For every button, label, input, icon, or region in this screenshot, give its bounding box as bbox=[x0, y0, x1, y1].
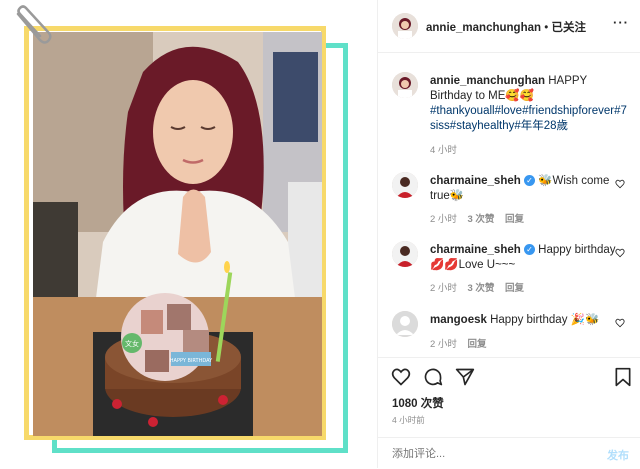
commenter-username[interactable]: charmaine_sheh bbox=[430, 244, 521, 256]
comment-input[interactable] bbox=[390, 444, 584, 464]
reply-button[interactable]: 回复 bbox=[505, 214, 524, 225]
commenter-username[interactable]: charmaine_sheh bbox=[430, 175, 521, 187]
cake-label: 文女 bbox=[125, 339, 139, 348]
reply-button[interactable]: 回复 bbox=[468, 339, 487, 350]
verified-badge-icon: ✓ bbox=[523, 175, 535, 187]
caption-text: annie_manchunghan HAPPY Birthday to ME🥰🥰… bbox=[430, 74, 630, 134]
caption-avatar[interactable] bbox=[392, 72, 418, 98]
post-time[interactable]: 4 小时前 bbox=[392, 414, 425, 426]
share-plane-icon[interactable] bbox=[455, 367, 475, 387]
comment-time[interactable]: 2 小时 bbox=[430, 283, 457, 294]
comment-likes[interactable]: 3 次赞 bbox=[468, 214, 495, 225]
comment-like-icon[interactable] bbox=[615, 179, 625, 189]
more-options-icon[interactable]: ··· bbox=[613, 15, 629, 30]
post-photo-pane: 文女 HAPPY BIRTHDAY bbox=[0, 0, 377, 468]
comment-text: Happy birthday 🎉🐝 bbox=[490, 314, 600, 326]
comment-time[interactable]: 2 小时 bbox=[430, 214, 457, 225]
commenter-avatar[interactable] bbox=[392, 241, 418, 267]
post-actions: 1080 次赞 4 小时前 bbox=[378, 357, 640, 438]
post-sidebar: annie_manchunghan • 已关注 ··· annie_manchu… bbox=[377, 0, 640, 468]
caption-time[interactable]: 4 小时 bbox=[430, 142, 457, 156]
verified-badge-icon: ✓ bbox=[523, 244, 535, 256]
author-username[interactable]: annie_manchunghan bbox=[426, 22, 541, 34]
caption-username[interactable]: annie_manchunghan bbox=[430, 75, 545, 87]
post-header: annie_manchunghan • 已关注 ··· bbox=[378, 0, 640, 53]
paperclip-icon bbox=[16, 5, 52, 44]
comment-like-icon[interactable] bbox=[615, 248, 625, 258]
comment-time[interactable]: 2 小时 bbox=[430, 339, 457, 350]
avatar-icon bbox=[392, 241, 418, 267]
save-bookmark-icon[interactable] bbox=[614, 367, 632, 387]
avatar-icon bbox=[392, 72, 418, 98]
commenter-avatar[interactable] bbox=[392, 311, 418, 337]
comment-composer: 发布 bbox=[378, 437, 640, 469]
header-separator: • bbox=[541, 22, 552, 34]
reply-button[interactable]: 回复 bbox=[505, 283, 524, 294]
commenter-username[interactable]: mangoesk bbox=[430, 314, 487, 326]
likes-count[interactable]: 1080 次赞 bbox=[392, 395, 444, 411]
caption-hashtags[interactable]: #thankyouall#love#friendshipforever#7sis… bbox=[430, 105, 627, 132]
author-avatar[interactable] bbox=[392, 13, 418, 39]
commenter-avatar[interactable] bbox=[392, 172, 418, 198]
avatar-icon bbox=[392, 13, 418, 39]
comment-like-icon[interactable] bbox=[615, 318, 625, 328]
default-avatar-icon bbox=[392, 311, 418, 337]
birthday-photo-illustration: 文女 HAPPY BIRTHDAY bbox=[33, 32, 322, 436]
like-heart-icon[interactable] bbox=[391, 367, 411, 387]
avatar-icon bbox=[392, 172, 418, 198]
comment-likes[interactable]: 3 次赞 bbox=[468, 283, 495, 294]
comment-bubble-icon[interactable] bbox=[423, 367, 443, 387]
follow-status-button[interactable]: 已关注 bbox=[551, 22, 586, 34]
post-photo[interactable]: 文女 HAPPY BIRTHDAY bbox=[33, 32, 322, 436]
cake-card-text: HAPPY BIRTHDAY bbox=[170, 358, 213, 364]
post-comment-button[interactable]: 发布 bbox=[607, 447, 629, 463]
